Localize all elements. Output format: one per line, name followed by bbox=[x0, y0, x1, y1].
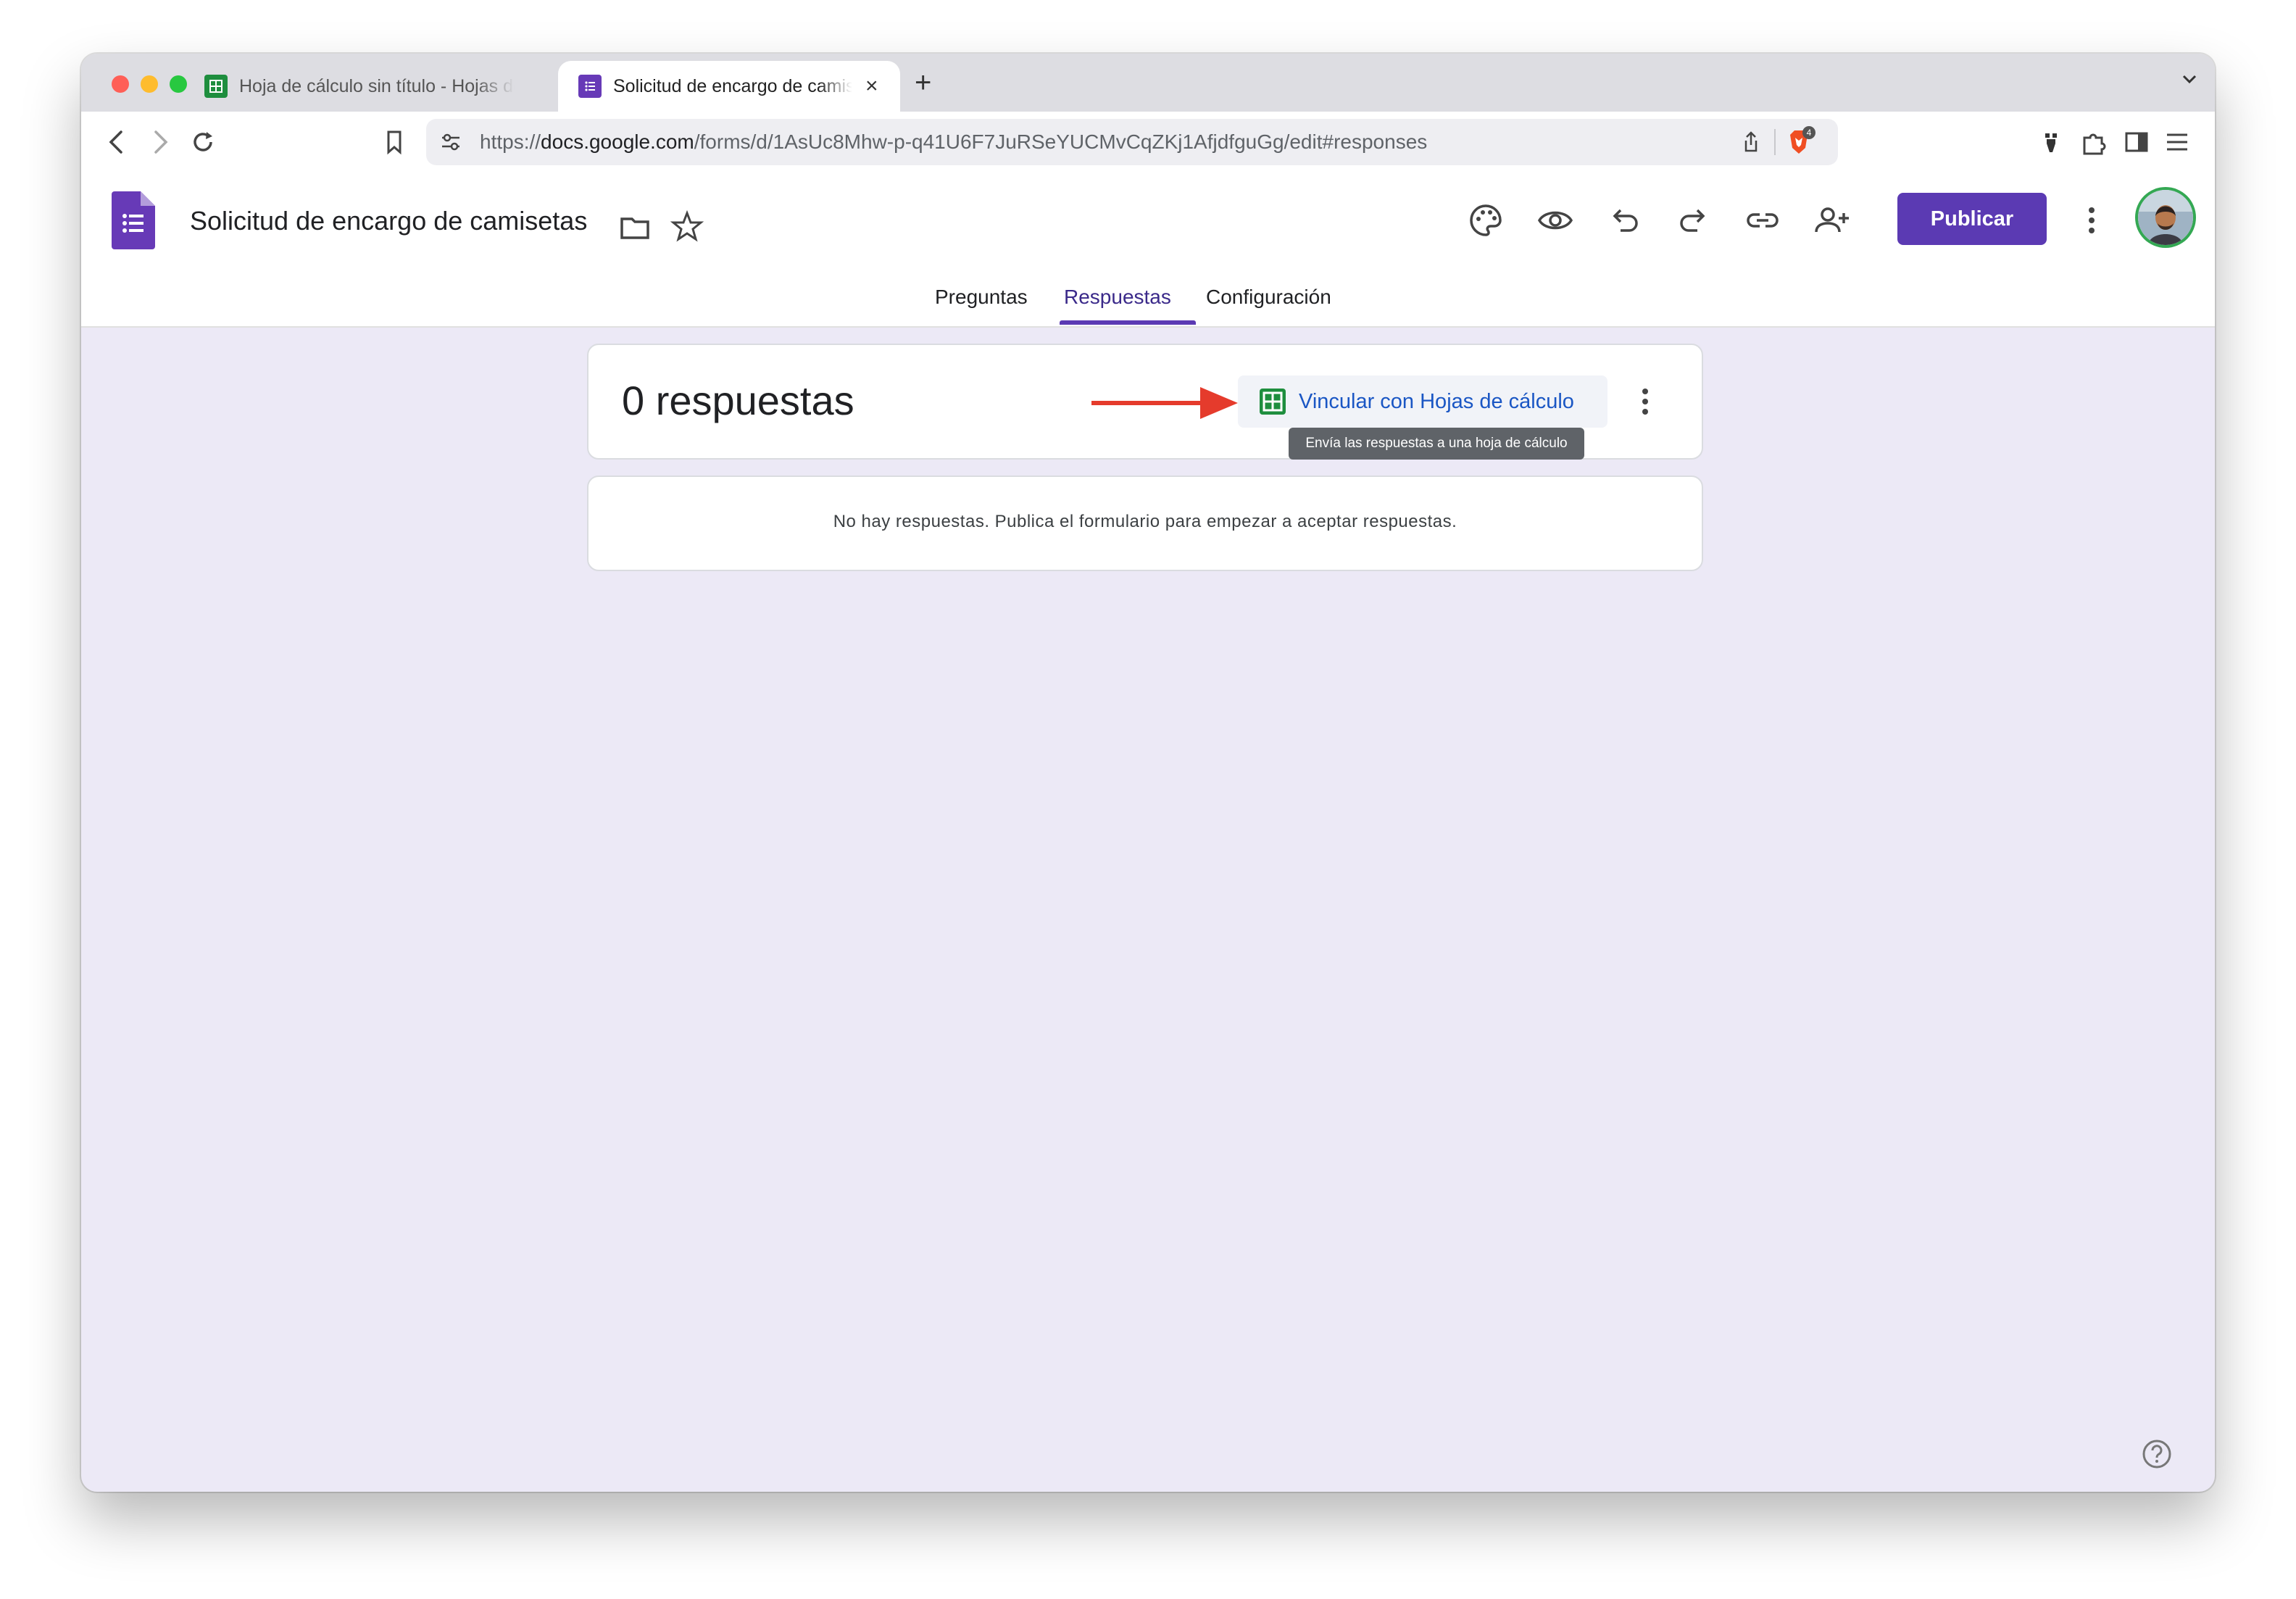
preview-eye-icon[interactable] bbox=[1536, 202, 1574, 239]
close-tab-icon[interactable]: × bbox=[865, 74, 878, 99]
forms-logo-icon[interactable] bbox=[112, 191, 155, 249]
forms-favicon-icon bbox=[578, 75, 602, 98]
browser-menu-icon[interactable] bbox=[2161, 126, 2193, 158]
star-icon[interactable] bbox=[670, 209, 704, 244]
tab-preguntas[interactable]: Preguntas bbox=[935, 286, 1028, 309]
divider bbox=[1774, 129, 1776, 155]
link-to-sheets-button[interactable]: Vincular con Hojas de cálculo bbox=[1238, 375, 1607, 428]
publish-button[interactable]: Publicar bbox=[1897, 193, 2047, 245]
browser-toolbar: https://docs.google.com/forms/d/1AsUc8Mh… bbox=[81, 112, 2215, 174]
url-prefix: https:// bbox=[480, 130, 541, 153]
empty-message: No hay respuestas. Publica el formulario… bbox=[833, 512, 1457, 531]
new-tab-button[interactable]: + bbox=[915, 67, 931, 99]
extensions-puzzle-icon[interactable] bbox=[2077, 126, 2109, 158]
brave-shields-icon[interactable]: 4 bbox=[1783, 125, 1818, 159]
tab-sheets[interactable]: Hoja de cálculo sin título - Hojas de cá… bbox=[184, 61, 525, 112]
more-vert-icon[interactable] bbox=[2077, 202, 2106, 239]
tab-title: Hoja de cálculo sin título - Hojas de cá… bbox=[239, 75, 515, 96]
brave-badge-count: 4 bbox=[1807, 128, 1812, 138]
link-to-sheets-label: Vincular con Hojas de cálculo bbox=[1299, 389, 1574, 413]
link-icon[interactable] bbox=[1744, 202, 1781, 239]
share-icon[interactable] bbox=[1738, 129, 1764, 155]
url-host: docs.google.com bbox=[541, 130, 694, 153]
folder-icon[interactable] bbox=[617, 210, 652, 245]
add-collaborator-icon[interactable] bbox=[1813, 202, 1851, 239]
user-photo-icon bbox=[2138, 190, 2193, 245]
more-options-icon[interactable] bbox=[1632, 383, 1658, 420]
palette-icon[interactable] bbox=[1467, 202, 1505, 239]
browser-window: Hoja de cálculo sin título - Hojas de cá… bbox=[81, 54, 2215, 1492]
back-icon[interactable] bbox=[103, 126, 132, 158]
address-bar[interactable]: https://docs.google.com/forms/d/1AsUc8Mh… bbox=[426, 119, 1838, 165]
bookmark-icon[interactable] bbox=[380, 126, 409, 158]
forward-icon[interactable] bbox=[145, 126, 174, 158]
active-tab-indicator bbox=[1060, 320, 1196, 325]
undo-icon[interactable] bbox=[1606, 202, 1644, 239]
close-window-button[interactable] bbox=[112, 75, 129, 93]
sheets-favicon-icon bbox=[204, 75, 228, 98]
sheets-icon bbox=[1260, 389, 1286, 415]
reload-icon[interactable] bbox=[187, 126, 219, 158]
forms-header: Solicitud de encargo de camisetas Public… bbox=[81, 173, 2215, 328]
site-settings-icon[interactable] bbox=[438, 129, 464, 155]
url-text[interactable]: https://docs.google.com/forms/d/1AsUc8Mh… bbox=[480, 130, 1427, 154]
tab-configuracion[interactable]: Configuración bbox=[1206, 286, 1331, 309]
response-count: 0 respuestas bbox=[622, 378, 854, 423]
tab-forms[interactable]: Solicitud de encargo de camisetas × bbox=[558, 61, 900, 112]
redo-icon[interactable] bbox=[1674, 202, 1712, 239]
tab-respuestas[interactable]: Respuestas bbox=[1064, 286, 1171, 309]
empty-responses-card: No hay respuestas. Publica el formulario… bbox=[587, 475, 1703, 571]
tab-strip: Hoja de cálculo sin título - Hojas de cá… bbox=[81, 54, 2215, 112]
annotation-arrow bbox=[1091, 387, 1238, 419]
link-sheets-tooltip: Envía las respuestas a una hoja de cálcu… bbox=[1289, 428, 1584, 460]
form-tabs: Preguntas Respuestas Configuración bbox=[81, 274, 2215, 326]
avatar[interactable] bbox=[2138, 190, 2193, 245]
help-icon[interactable] bbox=[2141, 1438, 2173, 1470]
extension-icon[interactable] bbox=[2035, 126, 2067, 158]
url-path: /forms/d/1AsUc8Mhw-p-q41U6F7JuRSeYUCMvCq… bbox=[694, 130, 1428, 153]
form-title[interactable]: Solicitud de encargo de camisetas bbox=[190, 206, 587, 236]
sidebar-toggle-icon[interactable] bbox=[2121, 126, 2152, 158]
tab-title: Solicitud de encargo de camisetas bbox=[613, 75, 852, 96]
minimize-window-button[interactable] bbox=[141, 75, 158, 93]
tab-search-chevron-icon[interactable] bbox=[2180, 70, 2199, 88]
